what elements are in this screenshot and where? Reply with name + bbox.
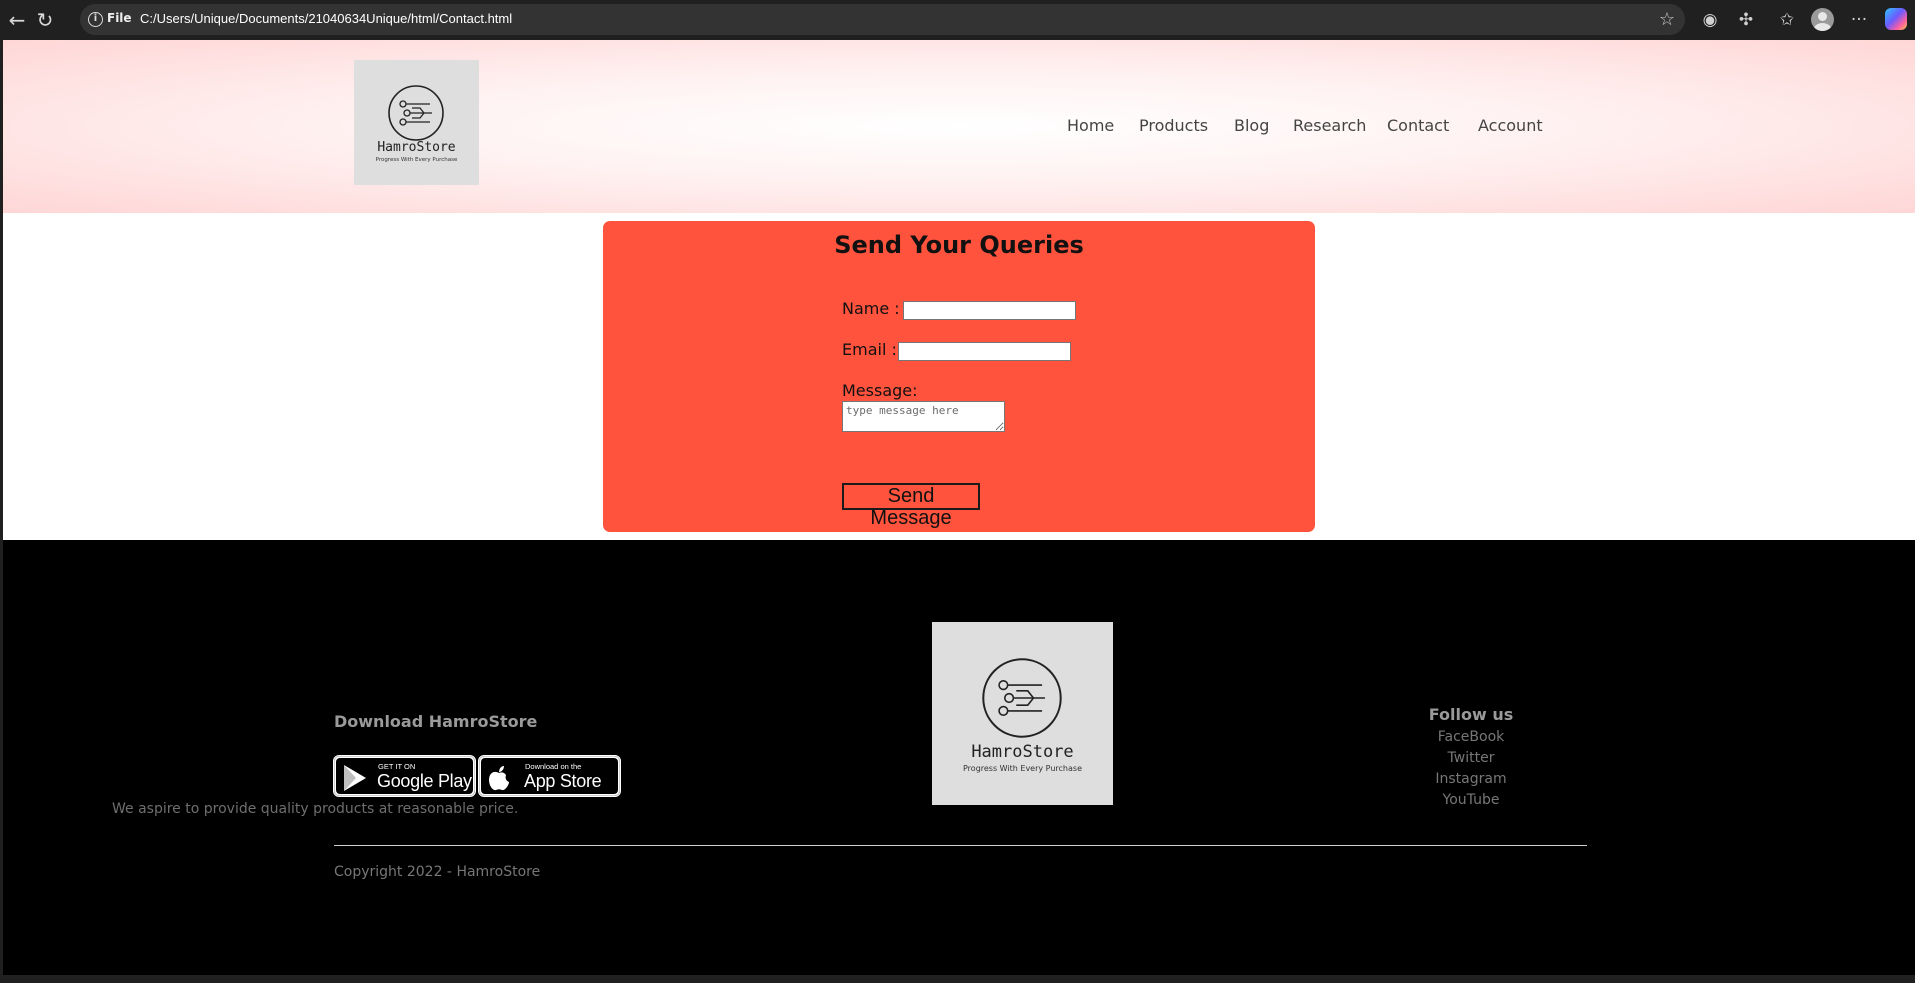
query-form-card: Send Your Queries Name : Email : Message… [603,221,1315,532]
form-title: Send Your Queries [834,231,1084,259]
browser-avatar-icon[interactable]: ◉ [1698,8,1722,32]
copyright-text: Copyright 2022 - HamroStore [334,864,541,880]
footer-logo-name: HamroStore [971,742,1074,762]
nav-contact[interactable]: Contact [1387,116,1449,135]
google-play-button[interactable]: GET IT ON Google Play [333,755,476,797]
social-link-instagram[interactable]: Instagram [1421,771,1521,787]
nav-account[interactable]: Account [1478,116,1543,135]
social-link-youtube[interactable]: YouTube [1421,792,1521,808]
google-play-icon [344,765,366,791]
google-play-big-text: Google Play [377,771,472,791]
more-icon[interactable]: ··· [1847,8,1871,32]
favorites-icon[interactable]: ✩ [1775,8,1799,32]
site-footer: Download HamroStore GET IT ON Google Pla… [3,540,1915,975]
app-store-button[interactable]: Download on the App Store [478,755,621,797]
message-label: Message: [842,381,918,400]
back-arrow-icon[interactable]: ← [5,8,29,32]
copilot-icon[interactable] [1885,8,1907,30]
star-icon[interactable]: ☆ [1659,9,1675,30]
site-header: HamroStore Progress With Every Purchase … [3,40,1915,213]
footer-tagline: We aspire to provide quality products at… [112,801,519,817]
download-title: Download HamroStore [334,712,538,731]
footer-logo[interactable]: HamroStore Progress With Every Purchase [932,622,1113,805]
social-link-facebook[interactable]: FaceBook [1421,729,1521,745]
page-viewport: HamroStore Progress With Every Purchase … [3,40,1915,975]
main-nav: Home Products Blog Research Contact Acco… [3,116,1915,140]
name-label: Name : [842,299,900,318]
email-label: Email : [842,340,897,359]
address-bar[interactable]: i File C:/Users/Unique/Documents/2104063… [80,4,1685,35]
message-textarea[interactable] [842,401,1005,432]
send-message-button[interactable]: Send Message [842,483,980,529]
info-icon[interactable]: i [88,12,103,27]
nav-blog[interactable]: Blog [1234,116,1269,135]
app-store-big-text: App Store [524,771,602,791]
browser-toolbar: ← ↻ i File C:/Users/Unique/Documents/210… [0,0,1915,40]
nav-products[interactable]: Products [1139,116,1208,135]
reload-icon[interactable]: ↻ [33,8,57,32]
footer-divider [334,845,1587,846]
apple-icon [489,766,509,791]
google-play-small-text: GET IT ON [378,762,416,771]
logo-tagline: Progress With Every Purchase [375,157,458,163]
nav-home[interactable]: Home [1067,116,1114,135]
social-link-twitter[interactable]: Twitter [1421,750,1521,766]
name-input[interactable] [903,301,1076,320]
follow-us-title: Follow us [1428,705,1514,724]
footer-logo-tagline: Progress With Every Purchase [963,764,1082,773]
avatar-icon[interactable] [1811,8,1834,31]
file-scheme-label: File [107,11,132,25]
puzzle-icon[interactable]: ✣ [1734,8,1758,32]
app-store-small-text: Download on the [525,762,582,771]
email-input[interactable] [898,342,1071,361]
circuit-logo-icon [982,658,1062,738]
logo-name: HamroStore [377,140,456,155]
nav-research[interactable]: Research [1293,116,1366,135]
url-text[interactable]: C:/Users/Unique/Documents/21040634Unique… [140,11,512,26]
